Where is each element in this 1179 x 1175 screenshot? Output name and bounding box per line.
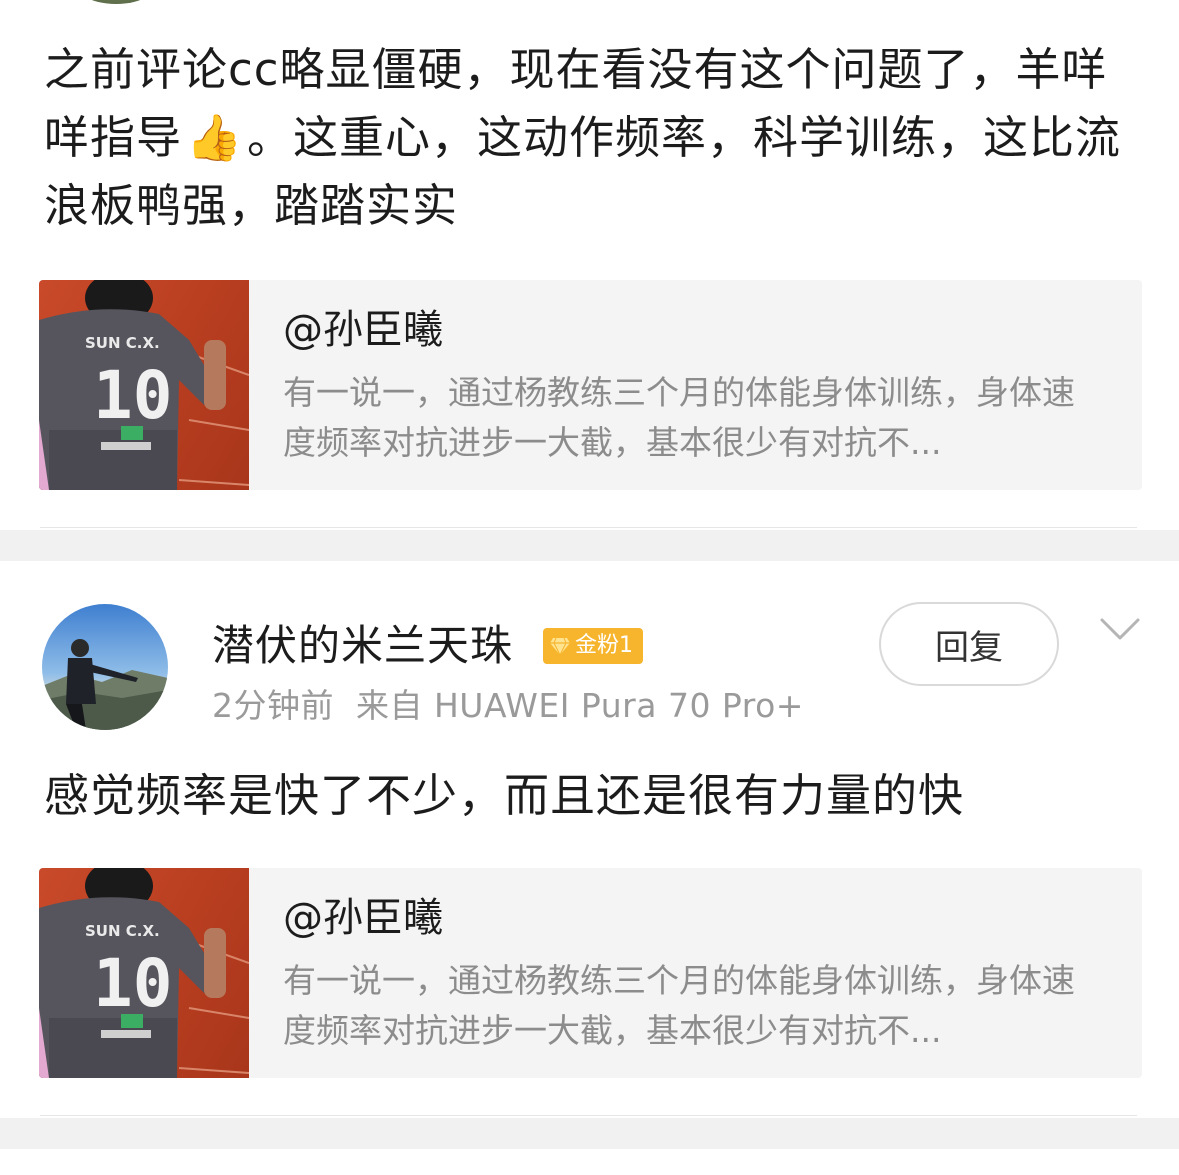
comment-time: 2分钟前: [212, 686, 334, 725]
divider: [40, 1115, 1137, 1116]
comment-feed: 之前评论cc略显僵硬，现在看没有这个问题了，羊咩咩指导👍。这重心，这动作频率，科…: [0, 0, 1179, 1175]
fan-badge-label: 金粉1: [575, 633, 633, 658]
reply-button[interactable]: 回复: [879, 602, 1059, 686]
quoted-post-body: @孙臣曦 有一说一，通过杨教练三个月的体能身体训练，身体速度频率对抗进步一大截，…: [249, 868, 1103, 1078]
quoted-post-excerpt: 有一说一，通过杨教练三个月的体能身体训练，身体速度频率对抗进步一大截，基本很少有…: [283, 961, 1075, 1050]
avatar[interactable]: [42, 604, 168, 730]
quoted-post-author[interactable]: @孙臣曦: [283, 302, 1103, 358]
quoted-post-author[interactable]: @孙臣曦: [283, 890, 1103, 946]
quoted-post-card[interactable]: SUN C.X. 10 @孙臣曦 有一说一，通过杨教练三个月的体能身体训练，身体…: [39, 868, 1142, 1078]
avatar[interactable]: [66, 0, 166, 4]
quoted-post-card[interactable]: SUN C.X. 10 @孙臣曦 有一说一，通过杨教练三个月的体能身体训练，身体…: [39, 280, 1142, 490]
fan-badge[interactable]: 金粉1: [543, 628, 643, 664]
quoted-post-thumbnail: SUN C.X. 10: [39, 280, 249, 490]
thumbs-up-emoji: 👍: [186, 111, 244, 164]
comment-meta: 2分钟前 来自 HUAWEI Pura 70 Pro+: [212, 684, 804, 728]
chevron-down-icon[interactable]: [1098, 614, 1142, 644]
comment-username[interactable]: 潜伏的米兰天珠: [212, 618, 513, 674]
jersey-name: SUN C.X.: [85, 922, 160, 940]
comment-text: 之前评论cc略显僵硬，现在看没有这个问题了，羊咩咩指导👍。这重心，这动作频率，科…: [44, 36, 1144, 240]
quoted-post-body: @孙臣曦 有一说一，通过杨教练三个月的体能身体训练，身体速度频率对抗进步一大截，…: [249, 280, 1103, 490]
gem-icon: [550, 637, 570, 657]
section-separator: [0, 530, 1179, 561]
quoted-post-thumbnail: SUN C.X. 10: [39, 868, 249, 1078]
comment-source: 来自 HUAWEI Pura 70 Pro+: [356, 686, 804, 725]
jersey-name: SUN C.X.: [85, 334, 160, 352]
section-separator: [0, 1118, 1179, 1149]
jersey-number: 10: [93, 357, 172, 434]
jersey-number: 10: [93, 945, 172, 1022]
quoted-post-excerpt: 有一说一，通过杨教练三个月的体能身体训练，身体速度频率对抗进步一大截，基本很少有…: [283, 373, 1075, 462]
comment-text: 感觉频率是快了不少，而且还是很有力量的快: [44, 769, 965, 822]
divider: [40, 527, 1137, 528]
